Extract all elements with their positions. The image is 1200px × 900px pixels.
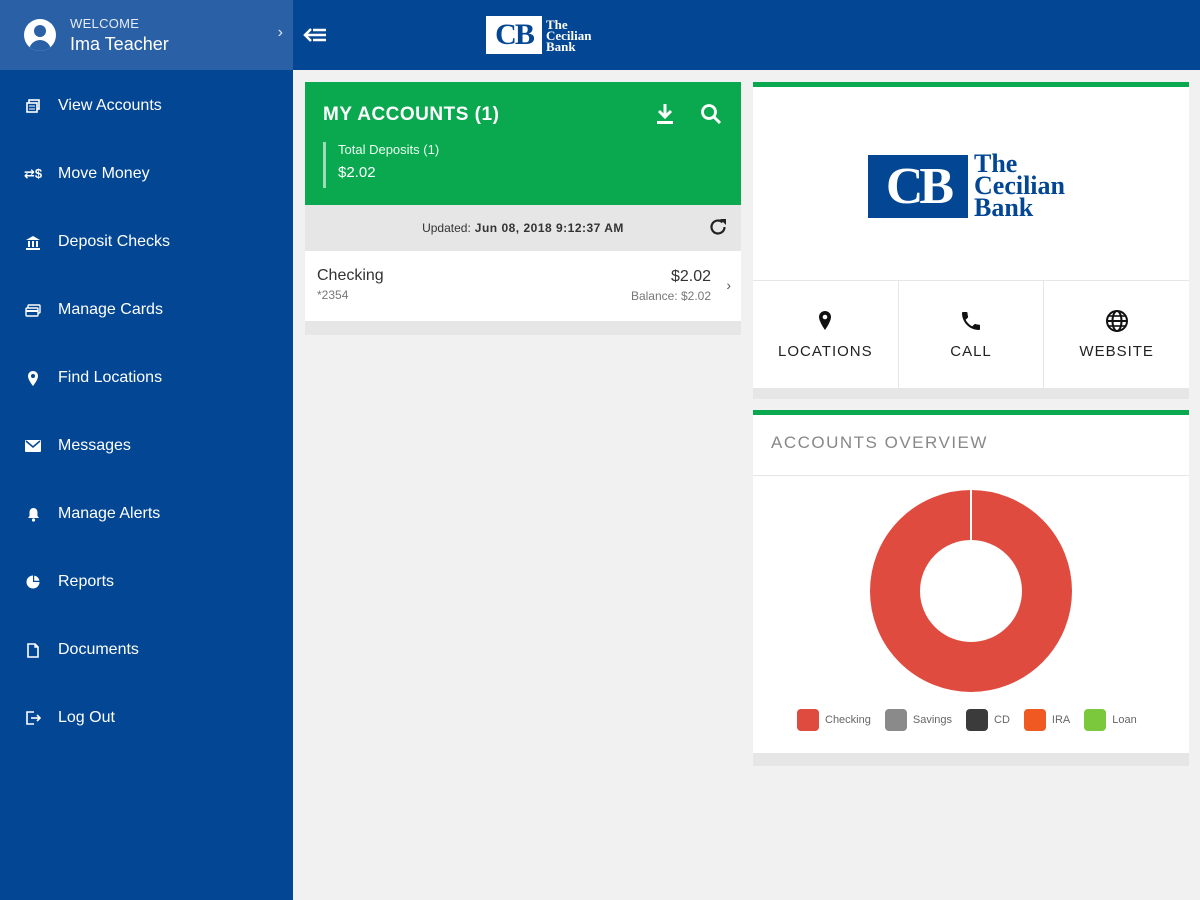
account-amount: $2.02: [670, 268, 711, 285]
quick-links: LOCATIONS CALL WEBSITE: [753, 281, 1190, 388]
legend-swatch: [1023, 709, 1046, 731]
legend-item-ira[interactable]: IRA: [1023, 709, 1071, 731]
bank-info-card: CB The Cecilian Bank LOCATIONS CALL WEBS…: [753, 82, 1190, 399]
legend-label: Loan: [1112, 714, 1137, 726]
legend-swatch: [966, 709, 988, 731]
nav-item-log-out[interactable]: Log Out: [0, 684, 293, 752]
nav-label: View Accounts: [58, 97, 162, 114]
accounts-header: MY ACCOUNTS (1) Total Deposits (1) $2.02: [305, 82, 741, 205]
pie-icon: [25, 574, 41, 590]
nav-item-documents[interactable]: Documents: [0, 616, 293, 684]
quick-link-label: LOCATIONS: [778, 343, 873, 360]
account-balance: Balance: $2.02: [630, 289, 711, 303]
call-button[interactable]: CALL: [898, 281, 1044, 388]
card-icon: [25, 302, 41, 318]
legend-label: CD: [994, 714, 1010, 726]
my-accounts-card: MY ACCOUNTS (1) Total Deposits (1) $2.02…: [305, 82, 741, 335]
logo-line: Bank: [974, 193, 1034, 222]
accounts-icon: [25, 98, 41, 114]
nav-item-find-locations[interactable]: Find Locations: [0, 344, 293, 412]
legend-item-savings[interactable]: Savings: [884, 709, 952, 731]
welcome-profile-button[interactable]: WELCOME Ima Teacher ›: [0, 0, 293, 70]
nav-label: Find Locations: [58, 369, 163, 386]
updated-label: Updated:: [422, 221, 471, 235]
refresh-icon[interactable]: [707, 216, 729, 238]
legend-label: Savings: [912, 714, 952, 726]
nav-item-view-accounts[interactable]: View Accounts: [0, 72, 293, 140]
pin-icon: [813, 309, 837, 333]
nav-item-manage-cards[interactable]: Manage Cards: [0, 276, 293, 344]
mail-icon: [25, 438, 41, 454]
top-bar: CB The Cecilian Bank: [293, 0, 1200, 70]
overview-chart-area: Checking Savings CD IRA Loan: [753, 476, 1189, 753]
nav-label: Move Money: [58, 165, 150, 182]
total-deposits: Total Deposits (1) $2.02: [323, 142, 723, 188]
nav-item-messages[interactable]: Messages: [0, 412, 293, 480]
accounts-overview-card: ACCOUNTS OVERVIEW Checking Savings CD IR…: [753, 410, 1189, 766]
nav-label: Messages: [58, 437, 131, 454]
download-icon[interactable]: [653, 102, 677, 126]
updated-timestamp: Jun 08, 2018 9:12:37 AM: [474, 221, 624, 235]
bank-logo-header: CB The Cecilian Bank: [486, 16, 592, 54]
legend-item-checking[interactable]: Checking: [797, 709, 871, 731]
account-row-checking[interactable]: Checking *2354 $2.02 Balance: $2.02 ›: [305, 251, 741, 321]
avatar-icon: [24, 19, 56, 51]
bank-logo-area: CB The Cecilian Bank: [753, 87, 1189, 280]
logout-icon: [25, 710, 41, 726]
legend-swatch: [884, 709, 907, 731]
nav-label: Reports: [58, 573, 115, 590]
bank-logo: CB The Cecilian Bank: [868, 151, 1065, 222]
logo-initials: CB: [495, 18, 535, 51]
chevron-right-icon: ›: [277, 24, 283, 41]
nav-item-deposit-checks[interactable]: Deposit Checks: [0, 208, 293, 276]
nav-item-reports[interactable]: Reports: [0, 548, 293, 616]
locations-button[interactable]: LOCATIONS: [753, 281, 898, 388]
nav-label: Log Out: [58, 709, 115, 726]
total-deposits-label: Total Deposits (1): [338, 142, 440, 157]
nav-label: Manage Alerts: [58, 505, 161, 522]
collapse-menu-icon[interactable]: [303, 22, 329, 48]
nav-item-move-money[interactable]: ⇄$ Move Money: [0, 140, 293, 208]
transfer-icon: ⇄$: [23, 166, 43, 181]
sidebar-nav: View Accounts ⇄$ Move Money Deposit Chec…: [0, 70, 293, 752]
document-icon: [25, 642, 41, 658]
quick-link-label: CALL: [950, 343, 992, 360]
overview-title: ACCOUNTS OVERVIEW: [753, 415, 1189, 475]
search-icon[interactable]: [699, 102, 723, 126]
updated-bar: Updated: Jun 08, 2018 9:12:37 AM: [305, 205, 741, 251]
user-name: Ima Teacher: [70, 33, 169, 54]
chart-legend: Checking Savings CD IRA Loan: [797, 709, 1137, 731]
location-icon: [25, 370, 41, 386]
accounts-donut-chart[interactable]: [869, 489, 1073, 693]
bell-icon: [25, 506, 41, 522]
legend-swatch: [1084, 709, 1107, 731]
sidebar: WELCOME Ima Teacher › View Accounts ⇄$ M…: [0, 0, 293, 900]
chevron-right-icon: ›: [726, 277, 731, 293]
legend-item-loan[interactable]: Loan: [1084, 709, 1137, 731]
legend-label: Checking: [825, 714, 871, 726]
nav-label: Manage Cards: [58, 301, 163, 318]
welcome-label: WELCOME: [70, 15, 140, 31]
legend-label: IRA: [1051, 714, 1071, 726]
phone-icon: [959, 309, 983, 333]
legend-item-cd[interactable]: CD: [966, 709, 1010, 731]
total-deposits-value: $2.02: [338, 164, 376, 181]
bank-icon: [25, 234, 41, 250]
website-button[interactable]: WEBSITE: [1044, 281, 1190, 388]
nav-item-manage-alerts[interactable]: Manage Alerts: [0, 480, 293, 548]
nav-label: Deposit Checks: [58, 233, 171, 250]
legend-swatch: [797, 709, 819, 731]
logo-initials: CB: [885, 157, 954, 215]
nav-label: Documents: [58, 641, 139, 658]
globe-icon: [1105, 309, 1129, 333]
quick-link-label: WEBSITE: [1079, 343, 1154, 360]
